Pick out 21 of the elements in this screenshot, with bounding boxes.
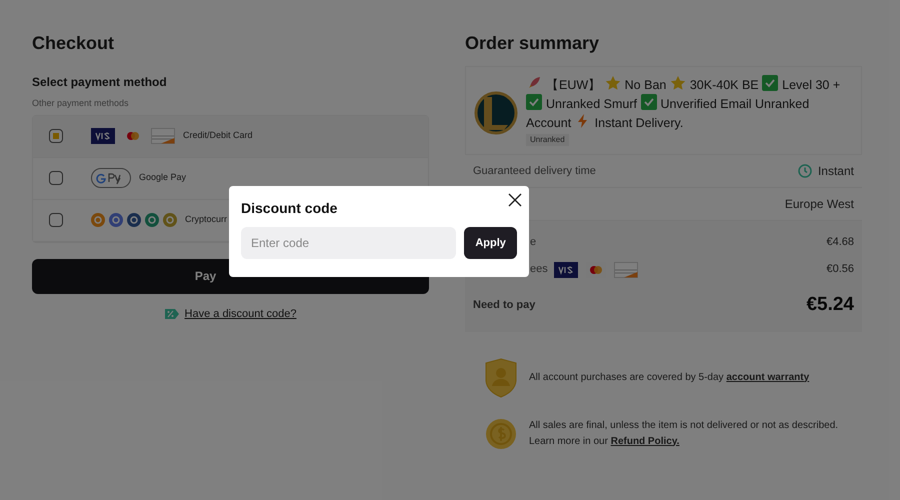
guarantee-text: All sales are final, unless the item is not delivered or not as described. Learn more in our Refund Policy. — [529, 418, 840, 448]
detail-label: Guaranteed delivery time — [473, 164, 596, 179]
guarantee-text: All account purchases are covered by 5-day account warranty — [529, 370, 810, 384]
dialog-title: Discount code — [241, 199, 338, 218]
payment-method-label: Credit/Debit Card — [183, 129, 253, 142]
price-value: €4.68 — [826, 235, 854, 250]
price-label: e — [530, 235, 536, 250]
checkout-title: Checkout — [32, 32, 116, 55]
total-value: €5.24 — [806, 293, 854, 317]
detail-value: Instant — [818, 163, 854, 180]
detail-value: Europe West — [784, 196, 854, 213]
order-summary-title: Order summary — [465, 32, 600, 55]
price-label: ees — [530, 262, 548, 278]
price-value: €0.56 — [826, 262, 854, 278]
total-label: Need to pay — [473, 298, 536, 313]
product-tag: Unranked — [526, 134, 569, 146]
payment-method-label: Cryptocurr — [185, 213, 228, 226]
product-title: 【EUW】 No Ban 30K-40K BE Level 30 + Unranked Smurf Unverified Email Unranked Account Instant Delivery. — [526, 75, 853, 132]
payment-method-label: Google Pay — [139, 171, 186, 184]
section-heading: Select payment method — [32, 74, 168, 91]
subsection-heading: Other payment methods — [32, 97, 130, 110]
